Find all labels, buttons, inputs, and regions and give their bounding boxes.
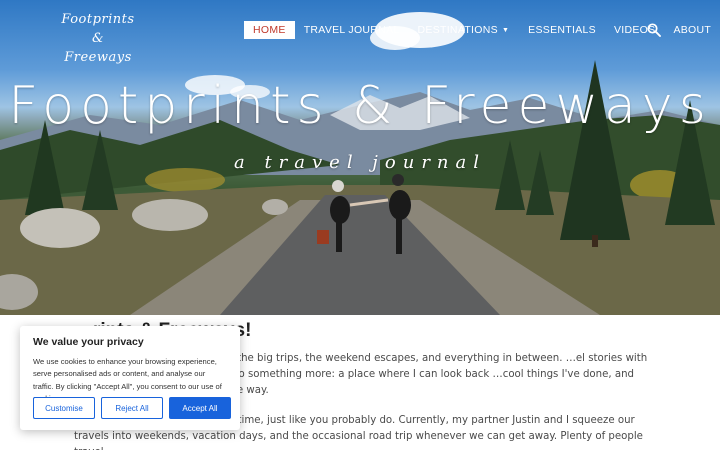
cookie-button-group: Customise Reject All Accept All xyxy=(33,397,231,419)
cookie-title: We value your privacy xyxy=(33,336,144,348)
nav-item-essentials[interactable]: ESSENTIALS xyxy=(528,24,596,36)
main-navigation: HOME TRAVEL JOURNAL DESTINATIONS ▼ ESSEN… xyxy=(244,21,711,39)
customise-button[interactable]: Customise xyxy=(33,397,95,419)
accept-all-button[interactable]: Accept All xyxy=(169,397,231,419)
site-logo[interactable]: Footprints & Freeways xyxy=(58,10,138,67)
hero-tagline: a travel journal xyxy=(233,152,487,173)
hero-banner: Footprints & Freeways HOME TRAVEL JOURNA… xyxy=(0,0,720,315)
logo-line-1: Footprints & xyxy=(61,12,135,46)
nav-item-label: HOME xyxy=(253,24,286,36)
nav-item-label: ESSENTIALS xyxy=(528,24,596,36)
nav-item-home[interactable]: HOME xyxy=(244,21,295,39)
nav-item-label: ABOUT xyxy=(673,24,712,36)
cookie-consent-banner: We value your privacy We use cookies to … xyxy=(20,326,240,430)
nav-item-travel-journal[interactable]: TRAVEL JOURNAL xyxy=(304,24,400,36)
reject-all-button[interactable]: Reject All xyxy=(101,397,163,419)
logo-line-2: Freeways xyxy=(64,50,132,65)
hero-title: Footprints & Freeways xyxy=(8,76,712,136)
search-icon[interactable] xyxy=(647,22,661,37)
nav-item-destinations[interactable]: DESTINATIONS ▼ xyxy=(418,24,510,36)
nav-item-label: TRAVEL JOURNAL xyxy=(303,24,400,36)
nav-item-about[interactable]: ABOUT xyxy=(673,24,711,36)
chevron-down-icon: ▼ xyxy=(501,26,510,34)
nav-item-label: DESTINATIONS xyxy=(417,24,498,36)
